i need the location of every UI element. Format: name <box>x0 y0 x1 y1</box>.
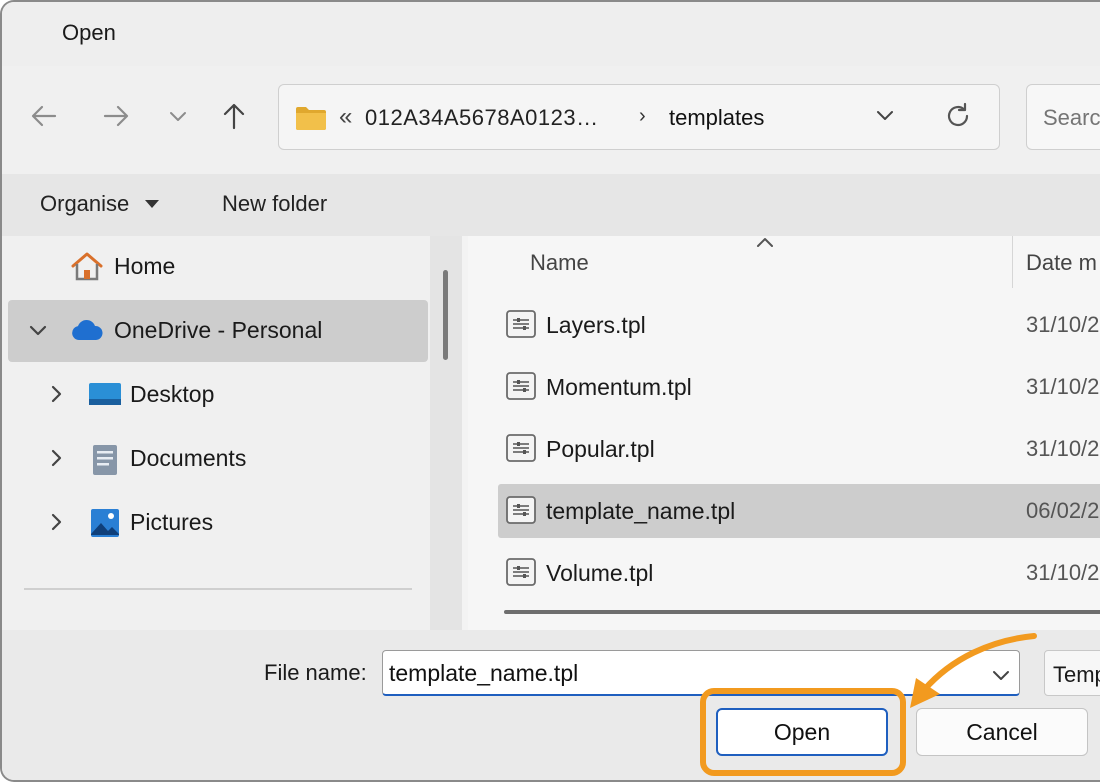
column-headers: Name Date m <box>468 236 1100 288</box>
file-name-input[interactable] <box>389 660 969 687</box>
caret-down-icon[interactable] <box>145 200 159 208</box>
file-name: Layers.tpl <box>546 312 646 338</box>
file-name: Popular.tpl <box>546 436 655 462</box>
open-dialog: Open « 012A34A5678A0123… › templates Sea… <box>0 0 1100 782</box>
navigation-pane: Home OneDrive - Personal Desktop Documen… <box>2 236 462 630</box>
template-file-icon <box>506 496 536 524</box>
file-date: 31/10/2 <box>1026 560 1100 585</box>
documents-icon <box>93 445 117 475</box>
chevron-right-icon[interactable] <box>46 384 66 404</box>
home-icon <box>71 252 103 281</box>
nav-item-label: OneDrive - Personal <box>114 317 323 343</box>
refresh-icon <box>947 102 969 127</box>
arrow-up-icon <box>223 103 245 130</box>
template-file-icon <box>506 434 536 462</box>
file-row[interactable]: Momentum.tpl 31/10/2 <box>498 360 1100 414</box>
chevron-right-icon[interactable] <box>46 512 66 532</box>
column-header-name[interactable]: Name <box>530 250 589 276</box>
template-file-icon <box>506 372 536 400</box>
nav-item-label: Documents <box>130 445 247 471</box>
nav-item-desktop[interactable]: Desktop <box>8 364 428 426</box>
address-history-button[interactable] <box>875 105 895 130</box>
nav-item-label: Desktop <box>130 381 215 407</box>
refresh-button[interactable] <box>943 101 973 136</box>
folder-icon <box>296 107 326 130</box>
nav-item-label: Home <box>114 253 176 279</box>
nav-item-label: Pictures <box>130 509 214 535</box>
file-list: Name Date m Layers.tpl 31/10/2 Momentum.… <box>468 236 1100 630</box>
recent-locations-button[interactable] <box>158 96 198 136</box>
nav-item-pictures[interactable]: Pictures <box>8 492 428 554</box>
navigation-bar: « 012A34A5678A0123… › templates <box>2 66 1100 174</box>
search-input[interactable] <box>1043 105 1100 131</box>
chevron-down-icon <box>877 111 893 120</box>
organise-button[interactable]: Organise <box>40 191 129 217</box>
file-date: 31/10/2 <box>1026 374 1100 399</box>
file-row[interactable]: Popular.tpl 31/10/2 <box>498 422 1100 476</box>
arrow-right-icon <box>103 105 129 127</box>
chevron-down-icon[interactable] <box>28 320 48 340</box>
column-divider[interactable] <box>1012 236 1013 288</box>
back-button[interactable] <box>24 96 64 136</box>
file-row-selected[interactable]: template_name.tpl 06/02/2 <box>498 484 1100 538</box>
file-name: Momentum.tpl <box>546 374 692 400</box>
breadcrumb-parent-folder[interactable]: 012A34A5678A0123… <box>365 105 599 131</box>
nav-item-home[interactable]: Home <box>8 236 428 298</box>
arrow-left-icon <box>31 105 57 127</box>
dialog-title: Open <box>62 20 116 45</box>
nav-scrollbar-thumb[interactable] <box>443 270 448 360</box>
open-button[interactable]: Open <box>716 708 888 756</box>
address-bar[interactable]: « 012A34A5678A0123… › templates <box>278 84 1000 150</box>
file-name-label: File name: <box>264 660 367 685</box>
file-name: Volume.tpl <box>546 560 654 586</box>
file-date: 31/10/2 <box>1026 436 1100 461</box>
file-name: template_name.tpl <box>546 498 736 524</box>
new-folder-button[interactable]: New folder <box>222 191 327 217</box>
file-type-select[interactable]: Temp <box>1044 650 1100 696</box>
file-date: 31/10/2 <box>1026 312 1100 337</box>
template-file-icon <box>506 558 536 586</box>
annotation-arrow-icon <box>910 633 1037 708</box>
chevron-right-icon[interactable] <box>46 448 66 468</box>
nav-item-onedrive[interactable]: OneDrive - Personal <box>8 300 428 362</box>
desktop-icon <box>89 383 121 405</box>
sort-ascending-icon <box>757 238 773 247</box>
command-bar: Organise New folder <box>2 174 1100 236</box>
file-date: 06/02/2 <box>1026 498 1100 523</box>
pictures-icon <box>91 509 119 537</box>
file-type-value: Temp <box>1053 662 1100 687</box>
template-file-icon <box>506 310 536 338</box>
nav-divider <box>24 588 412 590</box>
nav-item-documents[interactable]: Documents <box>8 428 428 490</box>
title-bar: Open <box>2 2 1100 66</box>
file-row[interactable]: Volume.tpl 31/10/2 <box>498 546 1100 600</box>
forward-button[interactable] <box>96 96 136 136</box>
column-header-date[interactable]: Date m <box>1026 250 1097 276</box>
breadcrumb-current-folder[interactable]: templates <box>669 105 764 131</box>
file-row[interactable]: Layers.tpl 31/10/2 <box>498 298 1100 352</box>
up-folder-button[interactable] <box>214 96 254 136</box>
cloud-icon <box>72 320 103 340</box>
breadcrumb-separator[interactable]: › <box>639 105 646 128</box>
path-overflow-indicator[interactable]: « <box>339 103 352 131</box>
horizontal-scrollbar[interactable] <box>504 610 1100 614</box>
chevron-down-icon <box>170 112 186 121</box>
search-box[interactable] <box>1026 84 1100 150</box>
